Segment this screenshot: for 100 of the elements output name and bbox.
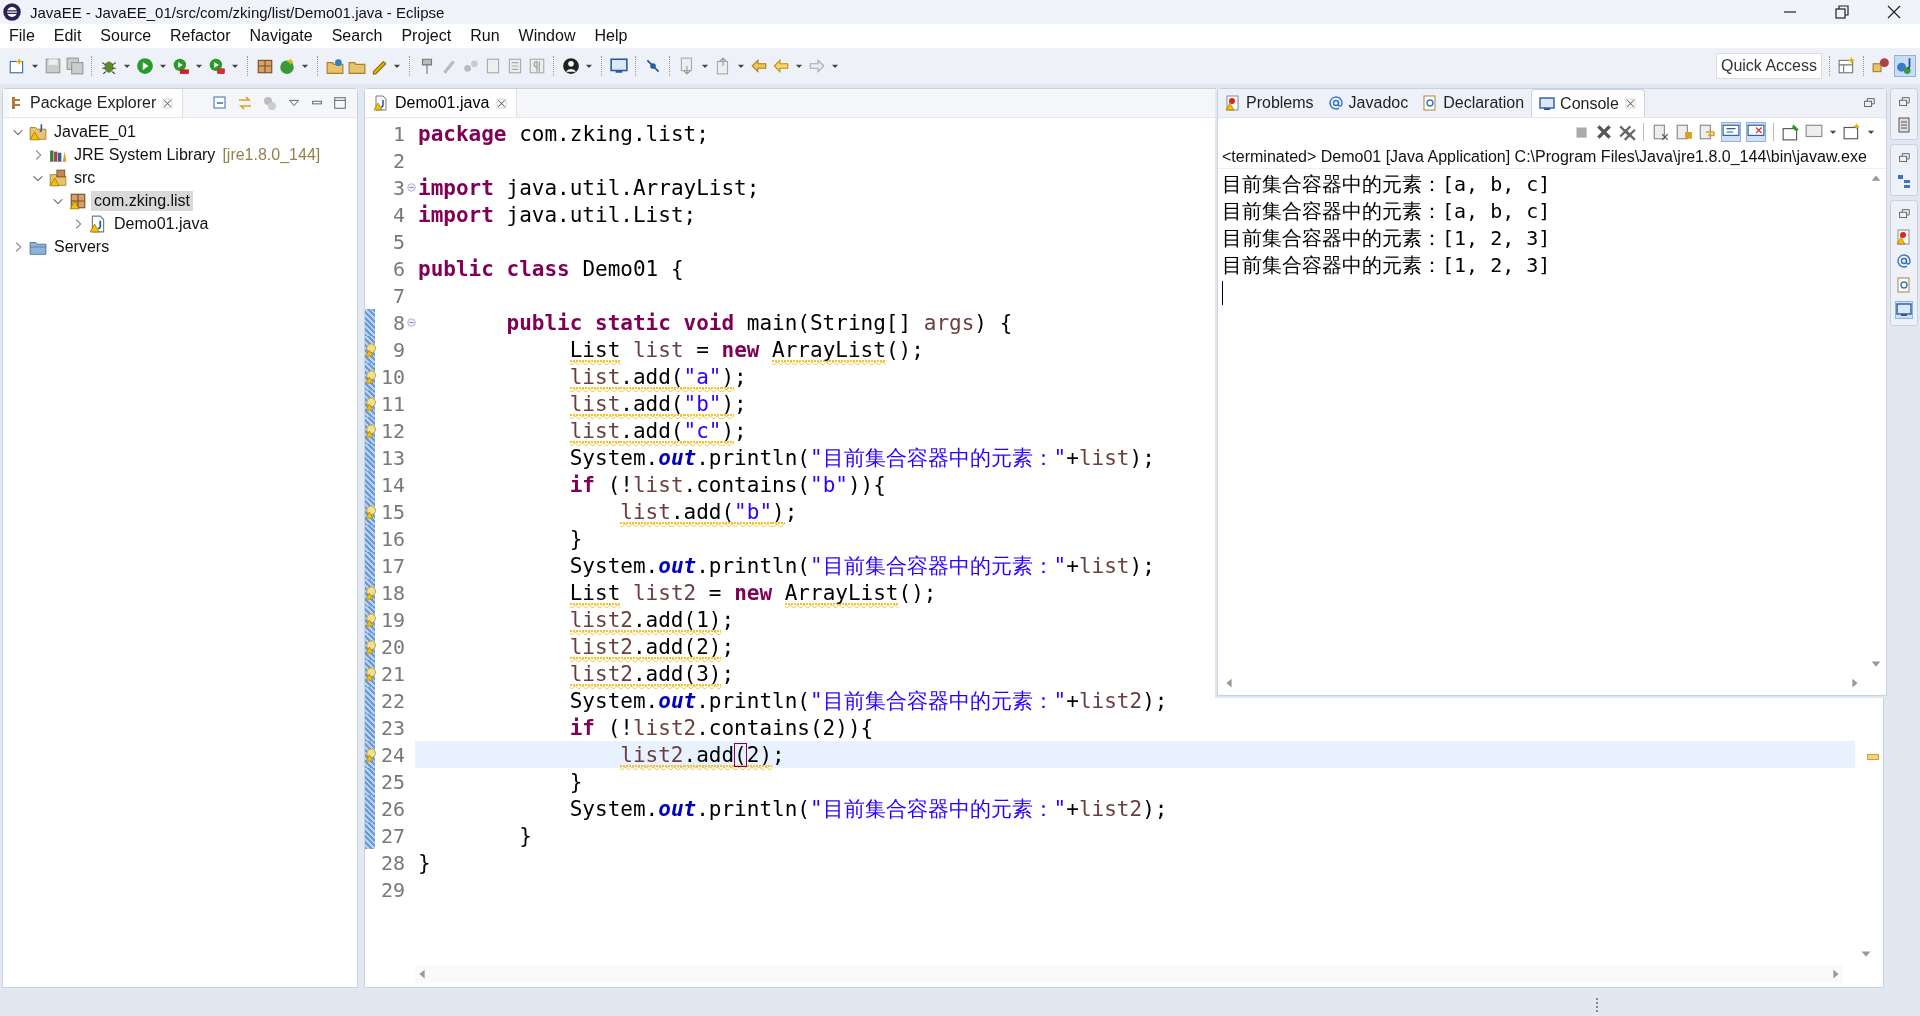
collapse-all-icon[interactable] bbox=[212, 95, 228, 111]
save-all-icon[interactable] bbox=[66, 57, 84, 75]
problems-icon[interactable] bbox=[1896, 229, 1912, 245]
tree-item[interactable]: src bbox=[71, 167, 99, 188]
tree-item-decoration: [jre1.8.0_144] bbox=[222, 145, 321, 164]
line-number: 8 bbox=[391, 310, 405, 335]
restore-icon[interactable] bbox=[1897, 151, 1911, 165]
pin-console-icon[interactable] bbox=[1782, 123, 1800, 141]
run-icon[interactable] bbox=[136, 57, 154, 75]
menu-item[interactable]: Navigate bbox=[247, 25, 321, 47]
new-file-icon[interactable] bbox=[8, 57, 26, 75]
remove-all-icon[interactable] bbox=[1618, 123, 1636, 141]
code-line: System.out.println("目前集合容器中的元素："+list2); bbox=[568, 795, 1168, 823]
console-line: 目前集合容器中的元素：[a, b, c] bbox=[1222, 171, 1551, 198]
code-line: } bbox=[568, 769, 583, 794]
tree-item[interactable]: JavaEE_01 bbox=[51, 121, 139, 142]
line-number: 22 bbox=[379, 688, 405, 713]
close-icon[interactable] bbox=[1886, 4, 1902, 20]
line-number: 27 bbox=[379, 823, 405, 848]
menu-item[interactable]: Help bbox=[592, 25, 636, 47]
code-line: List list2 = new ArrayList(); bbox=[568, 580, 937, 605]
remove-launch-icon[interactable] bbox=[1595, 123, 1613, 141]
tree-item[interactable]: com.zking.list bbox=[91, 190, 194, 211]
java-ee-perspective-icon[interactable] bbox=[1872, 57, 1890, 75]
view-tab[interactable]: Declaration bbox=[1415, 89, 1532, 117]
menu-item[interactable]: Project bbox=[399, 25, 460, 47]
warning-marker[interactable] bbox=[1867, 754, 1879, 760]
run-coverage-icon[interactable] bbox=[172, 57, 190, 75]
pilcrow-icon[interactable] bbox=[528, 57, 546, 75]
outline-page-icon[interactable] bbox=[1896, 117, 1912, 133]
code-line: } bbox=[418, 850, 431, 875]
code-line: import java.util.List; bbox=[418, 202, 697, 227]
new-package-icon[interactable] bbox=[256, 57, 274, 75]
line-number: 4 bbox=[391, 202, 405, 227]
code-line: System.out.println("目前集合容器中的元素："+list); bbox=[568, 552, 1155, 580]
menu-item[interactable]: Run bbox=[468, 25, 508, 47]
quick-access-field[interactable]: Quick Access bbox=[1715, 53, 1822, 79]
line-number: 26 bbox=[379, 796, 405, 821]
line-number: 9 bbox=[391, 337, 405, 362]
restore-icon[interactable] bbox=[1862, 96, 1876, 110]
horizontal-scrollbar[interactable] bbox=[415, 965, 1843, 983]
status-bar-grip bbox=[1596, 998, 1600, 1012]
avatar-icon[interactable] bbox=[562, 57, 580, 75]
editor-tab[interactable]: Demo01.java bbox=[365, 89, 518, 117]
code-line: list2.add(2); bbox=[619, 742, 785, 767]
view-tab[interactable]: Javadoc bbox=[1320, 89, 1416, 117]
restore-icon[interactable] bbox=[1897, 207, 1911, 221]
restore-icon[interactable] bbox=[1897, 95, 1911, 109]
code-line: } bbox=[568, 526, 583, 551]
java-perspective-icon[interactable] bbox=[1896, 57, 1914, 75]
open-type-icon[interactable] bbox=[326, 57, 344, 75]
menu-item[interactable]: Search bbox=[329, 25, 391, 47]
tree-item[interactable]: Demo01.java bbox=[111, 213, 212, 234]
restore-icon[interactable] bbox=[1834, 4, 1850, 20]
menu-item[interactable]: Edit bbox=[51, 25, 90, 47]
java-file-icon bbox=[373, 95, 389, 111]
dots-icon[interactable] bbox=[462, 57, 480, 75]
line-number: 17 bbox=[379, 553, 405, 578]
new-console-icon[interactable] bbox=[1843, 123, 1861, 141]
monitor-icon[interactable] bbox=[610, 57, 628, 75]
menu-item[interactable]: Source bbox=[98, 25, 160, 47]
line-number: 5 bbox=[391, 229, 405, 254]
line-number: 23 bbox=[379, 715, 405, 740]
outline-tree-icon[interactable] bbox=[1896, 173, 1912, 189]
clear-console-icon[interactable] bbox=[1652, 123, 1670, 141]
line-number: 11 bbox=[379, 391, 405, 416]
tree-item[interactable]: JRE System Library bbox=[71, 144, 219, 165]
fold-icon[interactable] bbox=[406, 317, 417, 328]
menu-item[interactable]: Refactor bbox=[168, 25, 239, 47]
console-line: 目前集合容器中的元素：[1, 2, 3] bbox=[1222, 225, 1551, 252]
run-tool-icon[interactable] bbox=[208, 57, 226, 75]
line-number: 14 bbox=[379, 472, 405, 497]
console-line: 目前集合容器中的元素：[1, 2, 3] bbox=[1222, 252, 1551, 279]
open-perspective-icon[interactable] bbox=[1838, 57, 1856, 75]
view-tab[interactable]: Problems bbox=[1218, 89, 1321, 117]
word-wrap-icon[interactable] bbox=[1698, 123, 1716, 141]
code-line: package com.zking.list; bbox=[418, 121, 709, 146]
problems-icon bbox=[1225, 95, 1241, 111]
at-sign-icon bbox=[1327, 95, 1344, 111]
code-line: public class Demo01 { bbox=[418, 256, 684, 281]
tree-item[interactable]: Servers bbox=[51, 236, 113, 257]
code-line: if (!list.contains("b")){ bbox=[568, 472, 886, 497]
window-title: JavaEE - JavaEE_01/src/com/zking/list/Demo01.java - Eclipse bbox=[30, 3, 446, 21]
code-line: import java.util.ArrayList; bbox=[418, 175, 760, 200]
line-number: 18 bbox=[379, 580, 405, 605]
line-number: 10 bbox=[379, 364, 405, 389]
console-line: 目前集合容器中的元素：[a, b, c] bbox=[1222, 198, 1551, 225]
maximize-icon[interactable] bbox=[333, 96, 347, 110]
declaration-icon[interactable] bbox=[1896, 277, 1912, 293]
code-line: list.add("c"); bbox=[568, 418, 747, 443]
code-line: list.add("b"); bbox=[619, 499, 798, 524]
fold-icon[interactable] bbox=[406, 182, 417, 193]
code-line: public static void main(String[] args) { bbox=[505, 310, 1013, 335]
scroll-lock-icon[interactable] bbox=[1675, 123, 1693, 141]
console-icon[interactable] bbox=[1896, 302, 1912, 318]
menu-item[interactable]: Window bbox=[516, 25, 584, 47]
view-tab[interactable]: Console bbox=[1531, 89, 1645, 117]
declaration-icon bbox=[1422, 95, 1439, 111]
at-sign-icon[interactable] bbox=[1896, 253, 1912, 269]
menu-item[interactable]: File bbox=[7, 25, 43, 47]
